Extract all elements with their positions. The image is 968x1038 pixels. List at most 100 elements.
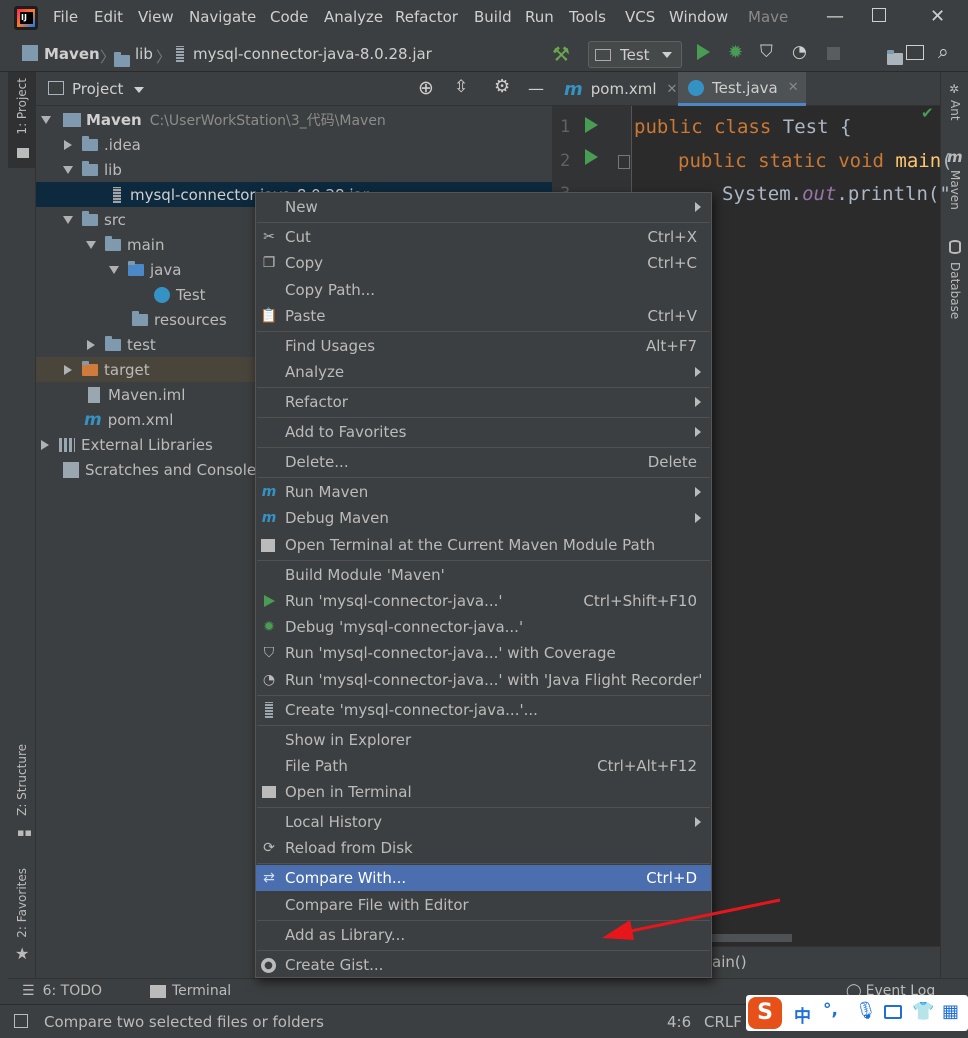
project-structure-icon[interactable] xyxy=(886,50,903,65)
search-icon[interactable]: ⌕ xyxy=(938,41,949,63)
menu-item-file-path[interactable]: File Path Ctrl+Alt+F12 xyxy=(256,753,711,779)
menu-item-run-coverage[interactable]: ⛉ Run 'mysql-connector-java...' with Cove… xyxy=(256,640,711,666)
toggle-tool-windows-icon[interactable] xyxy=(14,1014,28,1028)
menu-refactor[interactable]: Refactor xyxy=(395,8,458,26)
run-icon[interactable] xyxy=(697,44,710,60)
stop-icon[interactable] xyxy=(827,47,840,60)
run-gutter-icon[interactable] xyxy=(585,117,598,133)
menu-item-compare-with[interactable]: ⇄ Compare With... Ctrl+D xyxy=(256,865,711,891)
breadcrumb-lib[interactable]: lib xyxy=(135,45,153,63)
menu-item-local-history[interactable]: Local History xyxy=(256,809,711,835)
presentation-icon[interactable] xyxy=(906,45,924,60)
menu-item-run-maven[interactable]: m Run Maven xyxy=(256,479,711,505)
project-panel-title[interactable]: Project xyxy=(72,80,123,98)
breadcrumb-jar[interactable]: mysql-connector-java-8.0.28.jar xyxy=(193,45,432,63)
expand-arrow-icon[interactable] xyxy=(109,265,119,274)
menu-item-new[interactable]: New xyxy=(256,194,711,220)
menu-item-run-jfr[interactable]: ◔ Run 'mysql-connector-java...' with 'Jav… xyxy=(256,667,711,693)
breadcrumb-maven[interactable]: Maven xyxy=(44,45,100,63)
menu-file[interactable]: File xyxy=(53,8,78,26)
ant-tool-tab[interactable]: ✲ Ant xyxy=(941,80,968,140)
run-gutter-icon[interactable] xyxy=(585,149,598,165)
menu-analyze[interactable]: Analyze xyxy=(324,8,383,26)
maximize-icon[interactable] xyxy=(872,8,886,22)
tree-item-maven[interactable]: Maven C:\UserWorkStation\3_代码\Maven xyxy=(36,107,552,132)
gear-icon[interactable]: ⚙ xyxy=(494,76,510,97)
menu-item-debug-maven[interactable]: m Debug Maven xyxy=(256,505,711,531)
menu-item-create-gist[interactable]: ● Create Gist... xyxy=(256,952,711,978)
structure-tool-tab[interactable]: Z: Structure ▪▪ xyxy=(8,742,36,846)
minimize-icon[interactable]: — xyxy=(826,6,844,27)
menu-build[interactable]: Build xyxy=(474,8,512,26)
menu-item-open-terminal-maven[interactable]: Open Terminal at the Current Maven Modul… xyxy=(256,532,711,558)
todo-tool-tab[interactable]: ☰ 6: TODO xyxy=(22,983,102,999)
menu-window[interactable]: Window xyxy=(669,8,728,26)
expand-arrow-icon[interactable] xyxy=(41,115,51,124)
folder-icon xyxy=(114,52,130,67)
menu-item-show-in-explorer[interactable]: Show in Explorer xyxy=(256,727,711,753)
expand-arrow-icon[interactable] xyxy=(86,240,96,249)
menu-item-copy[interactable]: ❐ Copy Ctrl+C xyxy=(256,250,711,276)
tab-pom-xml[interactable]: m pom.xml ✕ xyxy=(552,72,678,106)
editor-breadcrumb[interactable]: ain() xyxy=(712,953,747,971)
toolbox-icon[interactable]: ▦ xyxy=(942,1001,959,1022)
menu-item-refactor[interactable]: Refactor xyxy=(256,389,711,415)
close-tab-icon[interactable]: ✕ xyxy=(667,82,678,97)
menu-item-label: Run 'mysql-connector-java...' xyxy=(285,592,503,610)
punctuation-icon[interactable]: °, xyxy=(823,1000,838,1020)
menu-item-add-to-favorites[interactable]: Add to Favorites xyxy=(256,419,711,445)
build-hammer-icon[interactable]: ⚒ xyxy=(552,42,570,66)
menu-view[interactable]: View xyxy=(138,8,174,26)
tab-test-java[interactable]: Test.java ✕ xyxy=(678,72,806,106)
tree-item-idea[interactable]: .idea xyxy=(36,132,552,157)
menu-item-debug[interactable]: ✹ Debug 'mysql-connector-java...' xyxy=(256,614,711,640)
menu-item-analyze[interactable]: Analyze xyxy=(256,359,711,385)
menu-item-open-in-terminal[interactable]: Open in Terminal xyxy=(256,779,711,805)
sogou-logo-icon[interactable]: S xyxy=(748,997,782,1029)
menu-item-run[interactable]: Run 'mysql-connector-java...' Ctrl+Shift+… xyxy=(256,588,711,614)
tree-item-lib[interactable]: lib xyxy=(36,157,552,182)
locate-file-icon[interactable]: ⊕ xyxy=(418,77,434,99)
profiler-icon[interactable]: ◔ xyxy=(792,42,807,62)
menu-item-reload-from-disk[interactable]: ⟳ Reload from Disk xyxy=(256,835,711,861)
maven-file-icon: m xyxy=(84,409,102,430)
database-tool-tab[interactable]: Database xyxy=(941,238,968,328)
debug-icon[interactable]: ✹ xyxy=(728,42,743,63)
menu-run[interactable]: Run xyxy=(525,8,554,26)
expand-arrow-icon[interactable] xyxy=(64,139,72,150)
expand-arrow-icon[interactable] xyxy=(87,339,95,350)
line-separator[interactable]: CRLF xyxy=(704,1013,742,1031)
menu-item-delete[interactable]: Delete... Delete xyxy=(256,449,711,475)
menu-item-build-module[interactable]: Build Module 'Maven' xyxy=(256,562,711,588)
keyboard-icon[interactable] xyxy=(884,1005,902,1019)
skin-icon[interactable]: 👕 xyxy=(912,1001,934,1022)
menu-code[interactable]: Code xyxy=(270,8,308,26)
ime-mode[interactable]: 中 xyxy=(794,1002,811,1027)
menu-item-paste[interactable]: 📋 Paste Ctrl+V xyxy=(256,303,711,329)
menu-item-find-usages[interactable]: Find Usages Alt+F7 xyxy=(256,333,711,359)
project-tool-tab[interactable]: 1: Project xyxy=(8,72,36,168)
fold-icon[interactable] xyxy=(618,155,630,169)
menu-vcs[interactable]: VCS xyxy=(625,8,655,26)
expand-arrow-icon[interactable] xyxy=(63,215,73,224)
coverage-icon[interactable]: ⛉ xyxy=(760,42,773,62)
menu-navigate[interactable]: Navigate xyxy=(189,8,256,26)
terminal-tool-tab[interactable]: Terminal xyxy=(150,983,231,999)
caret-position[interactable]: 4:6 xyxy=(667,1013,691,1031)
menu-edit[interactable]: Edit xyxy=(94,8,123,26)
menu-item-cut[interactable]: ✂ Cut Ctrl+X xyxy=(256,224,711,250)
menu-item-create-config[interactable]: Create 'mysql-connector-java...'... xyxy=(256,697,711,723)
expand-arrow-icon[interactable] xyxy=(41,439,49,450)
expand-arrow-icon[interactable] xyxy=(64,364,72,375)
close-tab-icon[interactable]: ✕ xyxy=(788,80,799,95)
close-icon[interactable]: ✕ xyxy=(930,6,945,27)
microphone-icon[interactable]: 🎙 xyxy=(855,1001,877,1021)
expand-arrow-icon[interactable] xyxy=(63,165,73,174)
hide-panel-icon[interactable]: — xyxy=(528,79,544,98)
run-config-select[interactable]: Test xyxy=(588,41,682,68)
collapse-all-icon[interactable]: ⇳ xyxy=(454,77,468,97)
menu-item-copy-path[interactable]: Copy Path... xyxy=(256,277,711,303)
menu-tools[interactable]: Tools xyxy=(569,8,606,26)
chevron-down-icon[interactable] xyxy=(134,87,144,93)
favorites-tool-tab[interactable]: 2: Favorites ★ xyxy=(8,866,36,966)
